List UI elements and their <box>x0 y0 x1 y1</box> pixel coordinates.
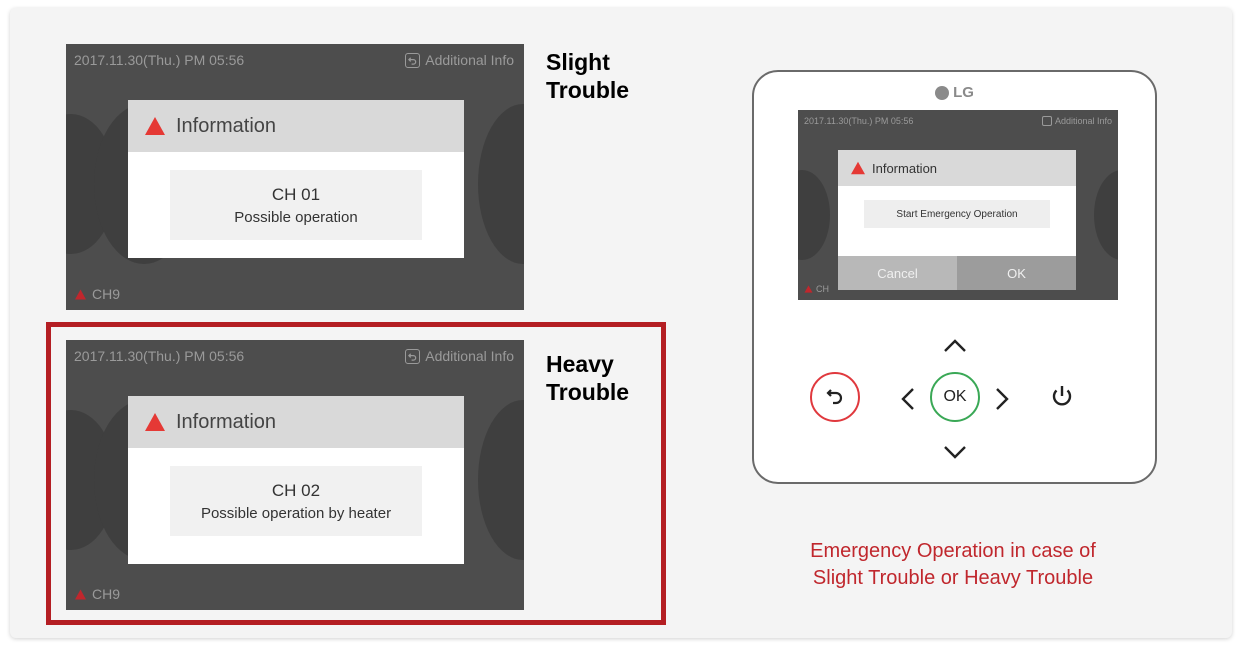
warning-icon <box>75 589 86 599</box>
timestamp: 2017.11.30(Thu.) PM 05:56 <box>804 116 914 126</box>
additional-info-label: Additional Info <box>425 348 514 364</box>
dialog-message-box: CH 02 Possible operation by heater <box>170 466 422 536</box>
dialog-header: Information <box>128 396 464 448</box>
background-blob <box>798 170 830 260</box>
slight-trouble-label: Slight Trouble <box>546 48 629 104</box>
additional-info-button[interactable]: Additional Info <box>405 348 514 364</box>
ok-center-label: OK <box>943 388 967 405</box>
brand-name: LG <box>953 84 974 101</box>
error-code: CH9 <box>92 286 121 302</box>
timestamp: 2017.11.30(Thu.) PM 05:56 <box>74 348 245 364</box>
additional-info-label: Additional Info <box>1054 116 1112 126</box>
information-dialog: Information CH 01 Possible operation <box>128 100 464 258</box>
ok-center-button[interactable]: OK <box>930 372 980 422</box>
left-arrow-button[interactable] <box>900 386 916 412</box>
caption-line: Emergency Operation in case of <box>810 540 1096 562</box>
back-arrow-icon <box>826 389 843 405</box>
remote-controller: LG 2017.11.30(Thu.) PM 05:56 Additional … <box>752 70 1157 484</box>
up-arrow-button[interactable] <box>942 338 968 354</box>
back-arrow-icon <box>405 52 421 68</box>
additional-info-button[interactable]: Additional Info <box>405 52 514 68</box>
warning-icon <box>145 117 165 135</box>
background-blob <box>1094 170 1118 260</box>
background-blob <box>478 400 524 560</box>
brand-logo: LG <box>754 84 1155 101</box>
background-blob <box>478 104 524 264</box>
dialog-buttons: Cancel OK <box>838 256 1076 290</box>
slight-trouble-screen: 2017.11.30(Thu.) PM 05:56 Additional Inf… <box>66 44 524 310</box>
heavy-trouble-label: Heavy Trouble <box>546 350 629 406</box>
down-arrow-button[interactable] <box>942 444 968 460</box>
channel-code: CH 01 <box>271 184 321 204</box>
label-line: Trouble <box>546 77 630 103</box>
information-dialog: Information CH 02 Possible operation by … <box>128 396 464 564</box>
back-arrow-icon <box>405 348 421 364</box>
controller-screen: 2017.11.30(Thu.) PM 05:56 Additional Inf… <box>798 110 1118 300</box>
error-code: CH9 <box>92 586 121 602</box>
channel-code: CH 02 <box>271 480 321 500</box>
error-indicator: CH9 <box>74 286 120 302</box>
back-arrow-icon <box>1041 116 1052 126</box>
label-line: Slight <box>546 49 610 75</box>
timestamp: 2017.11.30(Thu.) PM 05:56 <box>74 52 245 68</box>
cancel-button[interactable]: Cancel <box>838 256 957 290</box>
dialog-title: Information <box>176 114 277 137</box>
power-button[interactable] <box>1050 384 1074 410</box>
warning-icon <box>851 161 865 175</box>
caption: Emergency Operation in case of Slight Tr… <box>728 538 1178 592</box>
dialog-title: Information <box>176 410 277 433</box>
right-arrow-button[interactable] <box>994 386 1010 412</box>
dialog-message-box: CH 01 Possible operation <box>170 170 422 240</box>
dialog-header: Information <box>838 150 1076 186</box>
error-code: CH <box>816 284 829 294</box>
status-message: Possible operation by heater <box>200 504 392 522</box>
dialog-header: Information <box>128 100 464 152</box>
dialog-title: Information <box>872 160 938 176</box>
back-button[interactable] <box>810 372 860 422</box>
ok-button[interactable]: OK <box>957 256 1076 290</box>
dialog-message: Start Emergency Operation <box>864 200 1050 228</box>
label-line: Heavy <box>546 351 614 377</box>
error-indicator: CH9 <box>74 586 120 602</box>
label-line: Trouble <box>546 379 630 405</box>
heavy-trouble-screen: 2017.11.30(Thu.) PM 05:56 Additional Inf… <box>66 340 524 610</box>
warning-icon <box>804 285 813 293</box>
warning-icon <box>75 289 86 299</box>
error-indicator: CH <box>804 284 829 294</box>
lg-logo-icon <box>935 85 950 100</box>
warning-icon <box>145 413 165 431</box>
caption-line: Slight Trouble or Heavy Trouble <box>812 567 1094 589</box>
additional-info-label: Additional Info <box>425 52 514 68</box>
status-message: Possible operation <box>234 208 358 226</box>
additional-info-button[interactable]: Additional Info <box>1041 116 1112 126</box>
emergency-dialog: Information Start Emergency Operation Ca… <box>838 150 1076 290</box>
